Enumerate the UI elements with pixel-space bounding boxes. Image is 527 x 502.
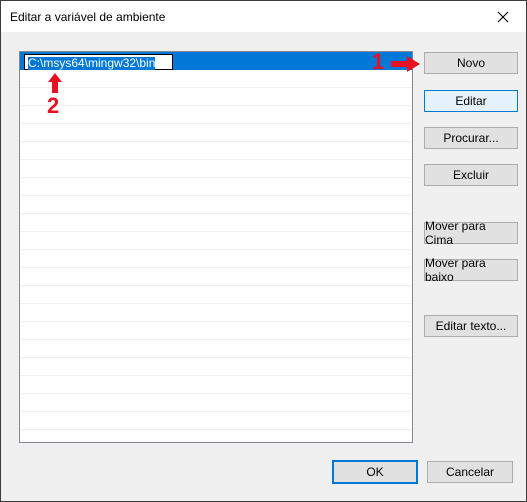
list-item[interactable] bbox=[20, 142, 412, 160]
list-item[interactable] bbox=[20, 340, 412, 358]
list-item[interactable] bbox=[20, 250, 412, 268]
list-item[interactable] bbox=[20, 124, 412, 142]
path-list[interactable]: C:\msys64\mingw32\bin bbox=[19, 51, 413, 443]
move-down-button[interactable]: Mover para baixo bbox=[424, 256, 518, 284]
list-item-selected[interactable]: C:\msys64\mingw32\bin bbox=[20, 52, 412, 70]
list-item[interactable] bbox=[20, 268, 412, 286]
path-edit-field[interactable]: C:\msys64\mingw32\bin bbox=[24, 54, 173, 70]
list-item[interactable] bbox=[20, 214, 412, 232]
edit-text-button[interactable]: Editar texto... bbox=[424, 315, 518, 337]
title-bar: Editar a variável de ambiente bbox=[1, 1, 526, 32]
path-edit-value[interactable]: C:\msys64\mingw32\bin bbox=[28, 57, 156, 70]
list-item[interactable] bbox=[20, 322, 412, 340]
list-item[interactable] bbox=[20, 286, 412, 304]
list-item[interactable] bbox=[20, 178, 412, 196]
window-title: Editar a variável de ambiente bbox=[10, 10, 166, 24]
annotation-marker-1: 1 bbox=[372, 49, 385, 74]
list-item[interactable] bbox=[20, 304, 412, 322]
edit-env-variable-dialog: Editar a variável de ambiente C:\msys64\… bbox=[0, 0, 527, 502]
list-item[interactable] bbox=[20, 160, 412, 178]
move-up-button[interactable]: Mover para Cima bbox=[424, 219, 518, 247]
list-item[interactable] bbox=[20, 358, 412, 376]
list-item[interactable] bbox=[20, 106, 412, 124]
new-button[interactable]: Novo bbox=[424, 52, 518, 74]
annotation-marker-2: 2 bbox=[47, 93, 60, 118]
arrow-right-icon bbox=[391, 56, 420, 72]
list-item[interactable] bbox=[20, 196, 412, 214]
cancel-button[interactable]: Cancelar bbox=[427, 461, 513, 483]
list-item[interactable] bbox=[20, 88, 412, 106]
list-item[interactable] bbox=[20, 70, 412, 88]
list-item[interactable] bbox=[20, 376, 412, 394]
close-button[interactable] bbox=[480, 1, 526, 32]
list-item[interactable] bbox=[20, 232, 412, 250]
list-item[interactable] bbox=[20, 412, 412, 430]
list-item[interactable] bbox=[20, 394, 412, 412]
browse-button[interactable]: Procurar... bbox=[424, 127, 518, 149]
close-icon bbox=[497, 11, 509, 22]
arrow-up-icon bbox=[48, 73, 62, 93]
ok-button[interactable]: OK bbox=[332, 460, 418, 484]
delete-button[interactable]: Excluir bbox=[424, 164, 518, 186]
edit-button[interactable]: Editar bbox=[424, 90, 518, 112]
